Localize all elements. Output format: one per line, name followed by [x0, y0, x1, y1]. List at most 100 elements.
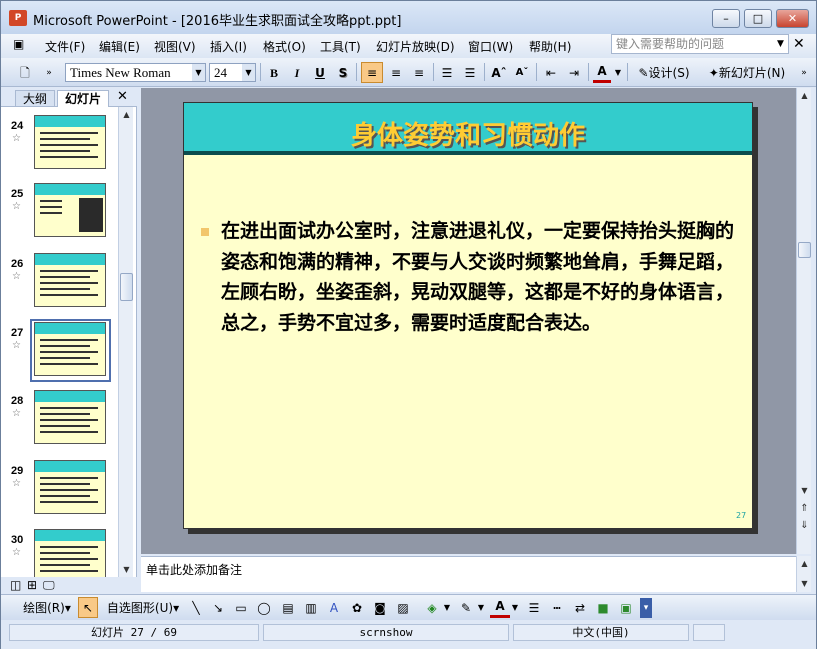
maximize-button[interactable]: □	[744, 9, 772, 28]
slide[interactable]: 身体姿势和习惯动作 在进出面试办公室时，注意进退礼仪，一定要保持抬头挺胸的姿态和…	[183, 102, 753, 529]
chevron-down-icon[interactable]: ▼	[192, 64, 205, 81]
numbering-icon[interactable]: ☰	[437, 63, 457, 83]
chevron-down-icon[interactable]: ▼	[442, 598, 452, 618]
dash-style-icon[interactable]: ┅	[547, 598, 567, 618]
help-search-input[interactable]: 键入需要帮助的问题	[611, 34, 789, 54]
bold-button[interactable]: B	[265, 63, 283, 83]
notes-scrollbar[interactable]: ▲ ▼	[796, 556, 811, 592]
close-button[interactable]: ✕	[776, 9, 809, 28]
font-color-icon[interactable]: A	[490, 598, 510, 618]
slides-scrollbar[interactable]: ▲ ▼	[118, 107, 133, 577]
scroll-down-icon[interactable]: ▼	[119, 562, 134, 577]
bullets-icon[interactable]: ☰	[460, 63, 480, 83]
design-button[interactable]: ✎设计(S)	[633, 63, 695, 83]
notes-pane[interactable]: 单击此处添加备注	[141, 556, 797, 592]
scroll-up-icon[interactable]: ▲	[797, 556, 812, 571]
wordart-icon[interactable]: A	[324, 598, 344, 618]
picture-icon[interactable]: ▨	[393, 598, 413, 618]
scroll-down-icon[interactable]: ▼	[797, 483, 812, 498]
scrollbar-thumb[interactable]	[120, 273, 133, 301]
scroll-down-icon[interactable]: ▼	[797, 576, 812, 591]
toolbar-options-icon[interactable]: »	[798, 63, 810, 83]
slide-sorter-icon[interactable]: ⊞	[27, 578, 37, 592]
previous-slide-icon[interactable]: ⇑	[797, 501, 812, 516]
new-slide-button[interactable]: ✦新幻灯片(N)	[699, 63, 795, 83]
menu-help[interactable]: 帮助(H)	[529, 38, 571, 55]
diagram-icon[interactable]: ✿	[347, 598, 367, 618]
clipart-icon[interactable]: ◙	[370, 598, 390, 618]
align-right-button[interactable]: ≡	[409, 63, 429, 83]
textbox-tool-icon[interactable]: ▤	[278, 598, 298, 618]
minimize-button[interactable]: –	[712, 9, 740, 28]
tab-slides[interactable]: 幻灯片	[57, 90, 109, 107]
chevron-down-icon[interactable]: ▼	[777, 39, 784, 49]
arrow-tool-icon[interactable]: ↘	[209, 598, 227, 618]
rectangle-tool-icon[interactable]: ▭	[231, 598, 251, 618]
slide-thumbnail[interactable]	[34, 183, 106, 237]
tab-outline[interactable]: 大纲	[15, 90, 55, 107]
shrink-font-button[interactable]: Aˇ	[512, 63, 532, 83]
status-design-name: scrnshow	[263, 624, 509, 641]
normal-view-icon[interactable]: ◫	[10, 578, 21, 592]
scroll-up-icon[interactable]: ▲	[119, 107, 134, 122]
chevron-down-icon[interactable]: ▼	[613, 63, 623, 83]
slide-thumbnail[interactable]	[34, 253, 106, 307]
thumbnail-text-line	[40, 200, 62, 202]
scrollbar-thumb[interactable]	[798, 242, 811, 258]
font-name-select[interactable]: Times New Roman ▼	[65, 63, 206, 82]
line-style-icon[interactable]: ☰	[524, 598, 544, 618]
toolbar-options-icon[interactable]: »	[43, 63, 55, 83]
menu-file[interactable]: 文件(F)	[45, 38, 85, 55]
align-left-button[interactable]: ≡	[361, 62, 383, 83]
thumbnail-text-line	[40, 150, 90, 152]
scroll-up-icon[interactable]: ▲	[797, 88, 812, 103]
document-icon[interactable]: ▣	[13, 37, 24, 51]
menu-edit[interactable]: 编辑(E)	[99, 38, 140, 55]
oval-tool-icon[interactable]: ◯	[254, 598, 274, 618]
decrease-indent-icon[interactable]: ⇤	[541, 63, 561, 83]
slide-thumbnail[interactable]	[34, 390, 106, 444]
slide-thumbnail[interactable]	[34, 115, 106, 169]
slide-thumbnail[interactable]	[34, 529, 106, 583]
menu-window[interactable]: 窗口(W)	[468, 38, 513, 55]
arrow-style-icon[interactable]: ⇄	[570, 598, 590, 618]
align-center-button[interactable]: ≡	[386, 63, 406, 83]
menu-insert[interactable]: 插入(I)	[210, 38, 247, 55]
menu-format[interactable]: 格式(O)	[263, 38, 306, 55]
draw-menu-button[interactable]: 绘图(R)▾	[19, 598, 75, 618]
thumbnail-text-line	[40, 489, 98, 491]
next-slide-icon[interactable]: ⇓	[797, 518, 812, 533]
canvas-scrollbar[interactable]: ▲ ▼ ⇑ ⇓	[796, 88, 811, 554]
line-tool-icon[interactable]: ╲	[187, 598, 205, 618]
underline-button[interactable]: U	[311, 63, 329, 83]
italic-button[interactable]: I	[288, 63, 306, 83]
autoshapes-button[interactable]: 自选图形(U)▾	[104, 598, 182, 618]
new-document-icon[interactable]: 🗋	[15, 63, 35, 83]
autoshapes-label: 自选图形(U)	[106, 601, 174, 615]
increase-indent-icon[interactable]: ⇥	[564, 63, 584, 83]
slideshow-icon[interactable]: 🖵	[43, 578, 55, 593]
shadow-button[interactable]: S	[334, 63, 352, 83]
chevron-down-icon[interactable]: ▼	[510, 598, 520, 618]
grow-font-button[interactable]: Aˆ	[489, 63, 509, 83]
3d-style-icon[interactable]: ▣	[616, 598, 636, 618]
font-size-select[interactable]: 24 ▼	[209, 63, 256, 82]
chevron-down-icon[interactable]: ▼	[476, 598, 486, 618]
fill-color-icon[interactable]: ◈	[422, 598, 442, 618]
close-icon[interactable]: ✕	[117, 89, 128, 104]
slide-thumbnail[interactable]	[34, 460, 106, 514]
slide-body-text[interactable]: 在进出面试办公室时，注意进退礼仪，一定要保持抬头挺胸的姿态和饱满的精神，不要与人…	[221, 216, 736, 338]
menu-slideshow[interactable]: 幻灯片放映(D)	[376, 38, 455, 55]
vertical-textbox-icon[interactable]: ▥	[301, 598, 321, 618]
shadow-style-icon[interactable]: ■	[593, 598, 613, 618]
font-color-button[interactable]: A	[593, 63, 611, 83]
new-slide-icon: ✦	[708, 66, 719, 80]
select-pointer-icon[interactable]: ↖	[78, 597, 98, 618]
chevron-down-icon[interactable]: ▼	[242, 64, 255, 81]
menu-tools[interactable]: 工具(T)	[320, 38, 361, 55]
menu-view[interactable]: 视图(V)	[154, 38, 196, 55]
slide-title[interactable]: 身体姿势和习惯动作	[184, 115, 752, 152]
line-color-icon[interactable]: ✎	[456, 598, 476, 618]
toolbar-options-icon[interactable]: ▾	[640, 598, 652, 618]
close-icon[interactable]: ✕	[793, 36, 805, 52]
